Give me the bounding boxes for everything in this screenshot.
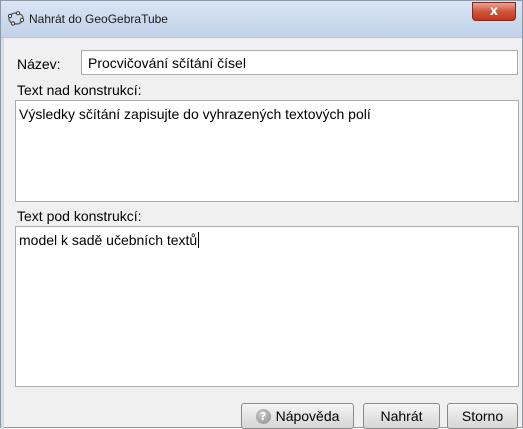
- window-title: Nahrát do GeoGebraTube: [29, 12, 168, 26]
- name-label: Název:: [17, 56, 61, 72]
- close-icon: x: [489, 4, 499, 19]
- name-input[interactable]: Procvičování sčítání čísel: [81, 50, 518, 75]
- text-cursor: [198, 232, 200, 248]
- text-below-textarea[interactable]: model k sadě učebních textů: [15, 226, 519, 387]
- cancel-button[interactable]: Storno: [447, 403, 518, 429]
- upload-dialog: Nahrát do GeoGebraTube x Název: Procvičo…: [0, 0, 523, 429]
- dialog-content: Název: Procvičování sčítání čísel Text n…: [11, 45, 519, 429]
- text-above-content: Výsledky sčítání zapisujte do vyhrazenýc…: [19, 106, 371, 122]
- help-button-label: Nápověda: [275, 408, 340, 424]
- upload-button-label: Nahrát: [380, 408, 423, 424]
- title-bar[interactable]: Nahrát do GeoGebraTube x: [1, 1, 522, 38]
- cancel-button-label: Storno: [461, 408, 504, 424]
- upload-button[interactable]: Nahrát: [363, 403, 440, 429]
- text-below-content: model k sadě učebních textů: [19, 232, 198, 248]
- geogebra-ellipse-icon: [7, 11, 25, 26]
- close-button[interactable]: x: [472, 2, 516, 21]
- help-circle-icon: ?: [255, 408, 271, 424]
- window-left-edge: [1, 38, 4, 429]
- text-above-label: Text nad konstrukcí:: [17, 82, 142, 98]
- text-above-textarea[interactable]: Výsledky sčítání zapisujte do vyhrazenýc…: [15, 100, 519, 202]
- help-button[interactable]: ? Nápověda: [241, 403, 354, 429]
- text-below-label: Text pod konstrukcí:: [17, 208, 142, 224]
